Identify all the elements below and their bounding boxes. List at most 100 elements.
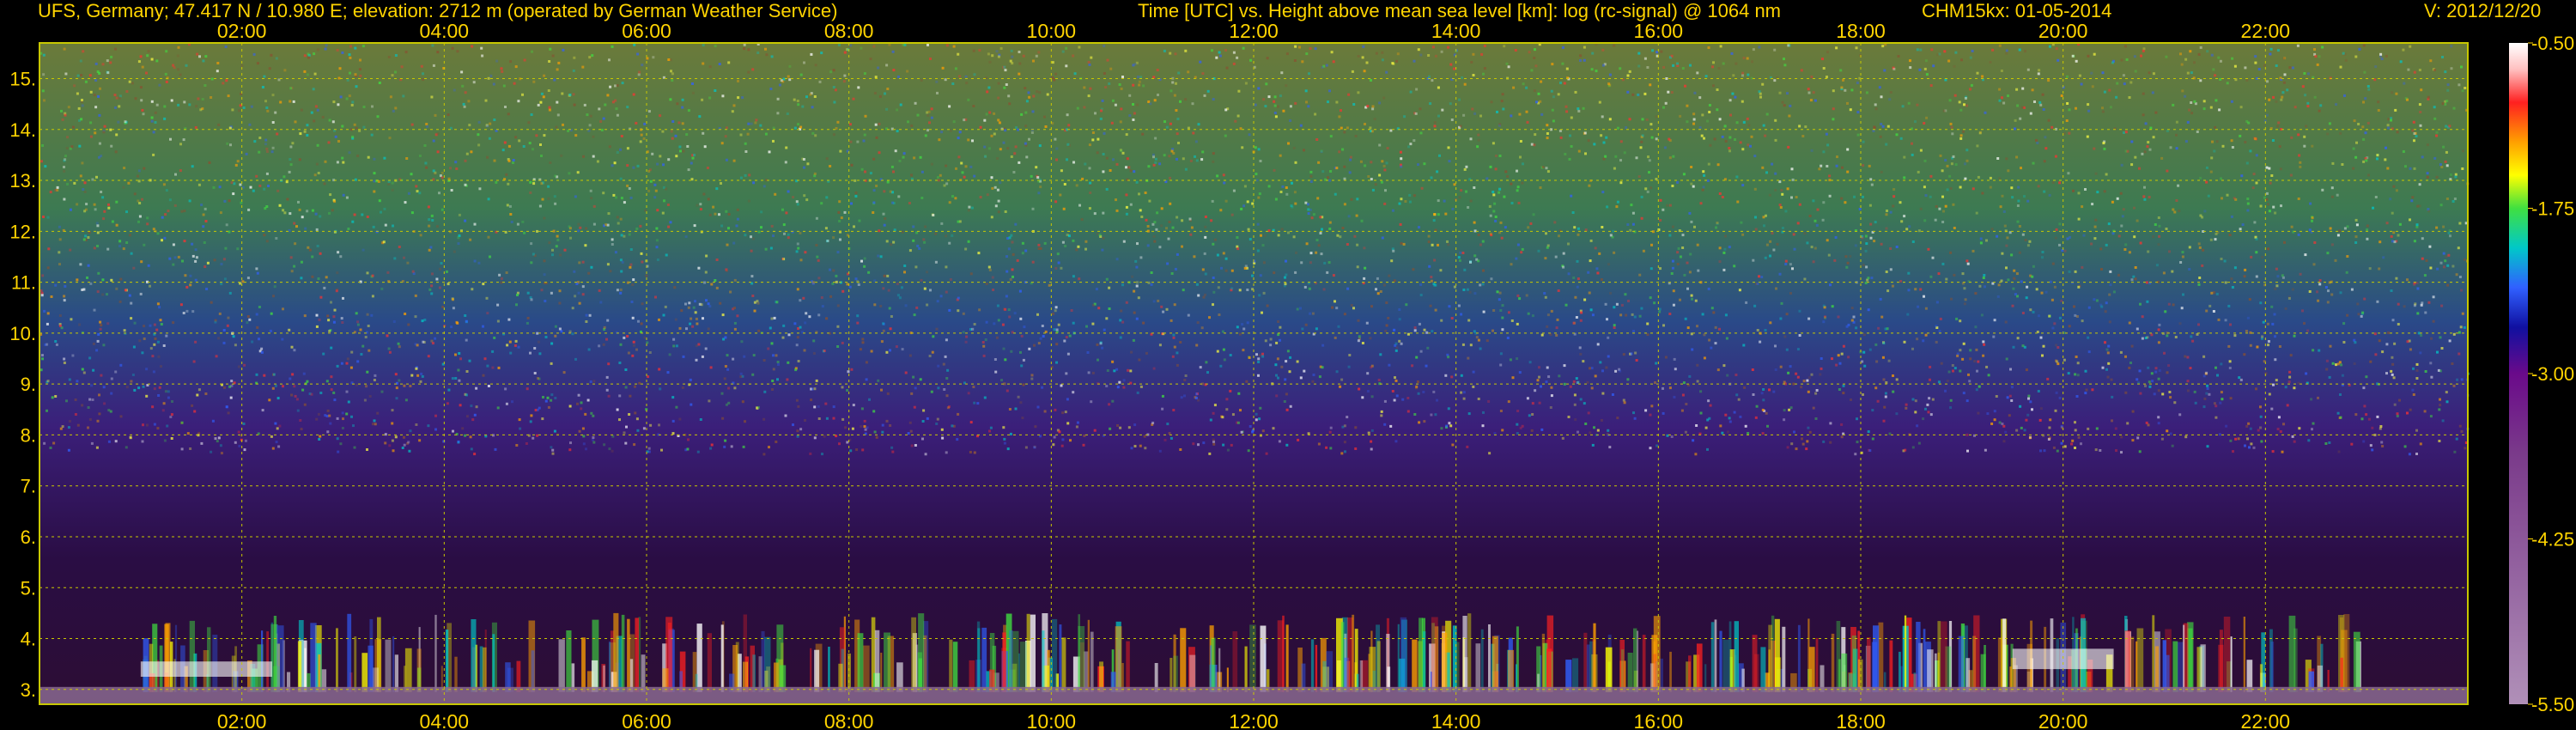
noise-speck [741,400,744,404]
noise-speck [1761,408,1765,411]
noise-speck [258,137,262,139]
noise-speck [2416,312,2420,315]
noise-speck [1016,259,1019,262]
noise-speck [1114,103,1117,106]
noise-speck [1135,180,1139,184]
noise-speck [1056,252,1060,256]
noise-speck [2041,93,2044,96]
noise-speck [2168,250,2171,253]
noise-speck [1231,413,1235,417]
noise-speck [2091,85,2094,88]
noise-speck [2365,375,2368,379]
noise-speck [1356,198,1359,201]
noise-speck [904,371,908,374]
noise-speck [695,358,698,362]
noise-speck [2439,336,2442,339]
noise-speck [809,452,812,455]
noise-speck [2048,193,2051,197]
noise-speck [1008,408,1012,411]
noise-speck [1381,236,1384,240]
noise-speck [987,86,991,89]
noise-speck [1838,388,1841,391]
noise-speck [978,49,981,52]
noise-speck [2361,125,2365,129]
noise-speck [1668,313,1672,315]
noise-speck [1836,155,1838,159]
noise-speck [1600,134,1603,137]
noise-speck [373,172,376,175]
noise-speck [1183,394,1186,398]
noise-speck [699,208,702,211]
noise-speck [414,315,417,319]
noise-speck [927,113,930,117]
noise-speck [1510,319,1514,322]
noise-speck [1766,424,1769,428]
noise-speck [1924,59,1928,63]
noise-speck [1739,141,1742,144]
noise-speck [1525,86,1528,89]
noise-speck [449,167,452,170]
noise-speck [353,446,356,449]
noise-speck [1083,106,1086,109]
noise-speck [1273,95,1277,99]
noise-speck [1570,194,1573,198]
noise-speck [1676,251,1680,254]
noise-speck [1364,123,1366,125]
noise-speck [1658,310,1662,313]
noise-speck [1096,343,1099,346]
noise-speck [1628,118,1631,121]
noise-speck [2130,140,2134,143]
noise-speck [1582,106,1585,110]
noise-speck [2303,144,2306,148]
noise-speck [2002,440,2006,443]
noise-speck [1595,70,1598,73]
noise-speck [1499,363,1503,367]
noise-speck [2157,377,2160,380]
noise-speck [2424,370,2427,373]
noise-speck [1911,142,1913,145]
noise-speck [1429,102,1432,106]
noise-speck [1828,174,1832,178]
noise-speck [2041,354,2044,357]
noise-speck [1060,266,1063,270]
noise-speck [1142,321,1145,325]
noise-speck [2426,143,2429,147]
noise-speck [1413,329,1417,332]
noise-speck [1200,158,1204,161]
noise-speck [829,165,832,167]
noise-speck [1929,275,1933,278]
noise-speck [2150,333,2154,337]
noise-speck [1194,155,1196,158]
noise-speck [1371,107,1375,111]
noise-speck [67,448,70,452]
noise-speck [989,426,993,429]
noise-speck [1769,321,1772,325]
noise-speck [464,314,467,317]
noise-speck [1958,100,1961,104]
noise-speck [669,221,672,224]
noise-speck [629,265,632,269]
noise-speck [2005,266,2008,270]
noise-speck [2360,417,2364,421]
noise-speck [236,247,240,251]
noise-speck [2179,261,2183,264]
noise-speck [1166,262,1170,265]
noise-speck [775,441,778,443]
noise-speck [1398,339,1401,343]
noise-speck [2265,166,2269,169]
noise-speck [776,97,780,100]
noise-speck [2215,292,2219,295]
noise-speck [556,68,559,71]
noise-speck [2240,174,2244,178]
noise-speck [1385,70,1388,74]
noise-speck [633,344,635,347]
noise-speck [2020,426,2023,429]
noise-speck [2306,105,2310,108]
noise-speck [205,288,209,290]
noise-speck [2244,444,2246,447]
noise-speck [1394,440,1398,443]
noise-speck [1034,425,1037,429]
noise-speck [2305,372,2308,375]
noise-speck [2288,66,2292,70]
noise-speck [1350,198,1353,201]
